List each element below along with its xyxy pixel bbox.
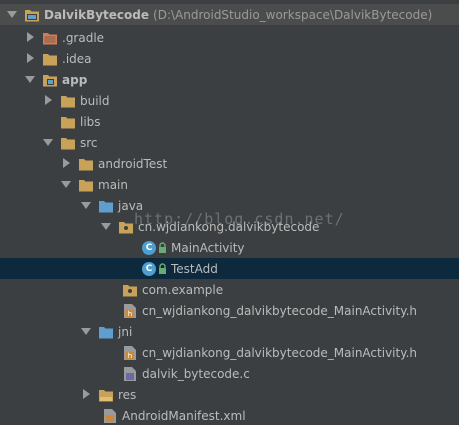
project-name: DalvikBytecode (44, 7, 150, 22)
header-file-icon: h (122, 345, 138, 361)
source-folder-icon (98, 324, 114, 340)
tree-row-java[interactable]: java (0, 195, 459, 216)
tree-row-header-file[interactable]: h cn_wjdiankong_dalvikbytecode_MainActiv… (0, 300, 459, 321)
excluded-folder-icon (42, 30, 58, 46)
tree-label-idea: .idea (62, 51, 92, 66)
tree-row-src[interactable]: src (0, 132, 459, 153)
tree-label-src: src (80, 135, 98, 150)
expand-arrow-icon[interactable] (60, 174, 72, 195)
tree-label-jni: jni (118, 324, 133, 339)
class-icon: C (142, 261, 156, 276)
tree-row-app[interactable]: app (0, 69, 459, 90)
folder-icon (42, 51, 58, 67)
header-file-icon: h (122, 303, 138, 319)
class-icon: C (142, 240, 156, 255)
tree-label-package: cn.wjdiankong.dalvikbytecode (138, 219, 320, 234)
tree-row-gradle[interactable]: .gradle (0, 27, 459, 48)
xml-file-icon (102, 408, 118, 424)
resource-folder-icon (98, 387, 114, 403)
expand-arrow-icon[interactable] (24, 69, 36, 90)
tree-label-manifest: AndroidManifest.xml (122, 408, 246, 423)
tree-label-libs: libs (80, 114, 101, 129)
tree-label-java: java (118, 198, 144, 213)
project-tree: DalvikBytecode (D:\AndroidStudio_workspa… (0, 0, 459, 425)
tree-row-libs[interactable]: libs (0, 111, 459, 132)
svg-text:h: h (128, 352, 132, 360)
tree-label-main: main (98, 177, 128, 192)
package-icon (122, 282, 138, 298)
tree-row-header-file[interactable]: h cn_wjdiankong_dalvikbytecode_MainActiv… (0, 342, 459, 363)
expand-arrow-icon[interactable] (100, 216, 112, 237)
expand-arrow-icon[interactable] (60, 153, 72, 174)
tree-label-com-example: com.example (142, 282, 224, 297)
folder-icon (60, 93, 76, 109)
folder-icon (60, 114, 76, 130)
project-folder-icon (24, 7, 40, 23)
tree-row-manifest[interactable]: AndroidManifest.xml (0, 405, 459, 425)
tree-label-app: app (62, 72, 88, 87)
expand-arrow-icon[interactable] (80, 384, 92, 405)
expand-arrow-icon[interactable] (80, 321, 92, 342)
tree-row-androidtest[interactable]: androidTest (0, 153, 459, 174)
package-icon (118, 219, 134, 235)
lock-icon (158, 241, 167, 254)
module-folder-icon (42, 72, 58, 88)
expand-arrow-icon[interactable] (42, 90, 54, 111)
tree-label-androidtest: androidTest (98, 156, 168, 171)
tree-row-jni[interactable]: jni (0, 321, 459, 342)
tree-label-res: res (118, 387, 137, 402)
expand-arrow-icon[interactable] (6, 4, 18, 25)
tree-row-build[interactable]: build (0, 90, 459, 111)
folder-icon (78, 177, 94, 193)
tree-row-testadd[interactable]: C TestAdd (0, 258, 459, 279)
lock-icon (158, 262, 167, 275)
tree-row-mainactivity[interactable]: C MainActivity (0, 237, 459, 258)
tree-row-com-example[interactable]: com.example (0, 279, 459, 300)
tree-row-res[interactable]: res (0, 384, 459, 405)
tree-label-mainactivity: MainActivity (171, 240, 245, 255)
tree-label-gradle: .gradle (62, 30, 105, 45)
tree-label-testadd: TestAdd (171, 261, 218, 276)
folder-icon (78, 156, 94, 172)
expand-arrow-icon[interactable] (80, 195, 92, 216)
tree-row-project[interactable]: DalvikBytecode (D:\AndroidStudio_workspa… (0, 4, 459, 25)
source-folder-icon (98, 198, 114, 214)
expand-arrow-icon[interactable] (24, 48, 36, 69)
tree-label-build: build (80, 93, 110, 108)
tree-row-main[interactable]: main (0, 174, 459, 195)
tree-row-idea[interactable]: .idea (0, 48, 459, 69)
tree-label-c-file: dalvik_bytecode.c (142, 366, 250, 381)
project-path: (D:\AndroidStudio_workspace\DalvikByteco… (153, 7, 433, 22)
c-file-icon (122, 366, 138, 382)
svg-text:h: h (128, 310, 132, 318)
tree-label-header-file-2: cn_wjdiankong_dalvikbytecode_MainActivit… (142, 345, 418, 360)
tree-label-header-file: cn_wjdiankong_dalvikbytecode_MainActivit… (142, 303, 418, 318)
expand-arrow-icon[interactable] (24, 27, 36, 48)
folder-icon (60, 135, 76, 151)
tree-row-package[interactable]: cn.wjdiankong.dalvikbytecode (0, 216, 459, 237)
expand-arrow-icon[interactable] (42, 132, 54, 153)
tree-row-c-file[interactable]: dalvik_bytecode.c (0, 363, 459, 384)
